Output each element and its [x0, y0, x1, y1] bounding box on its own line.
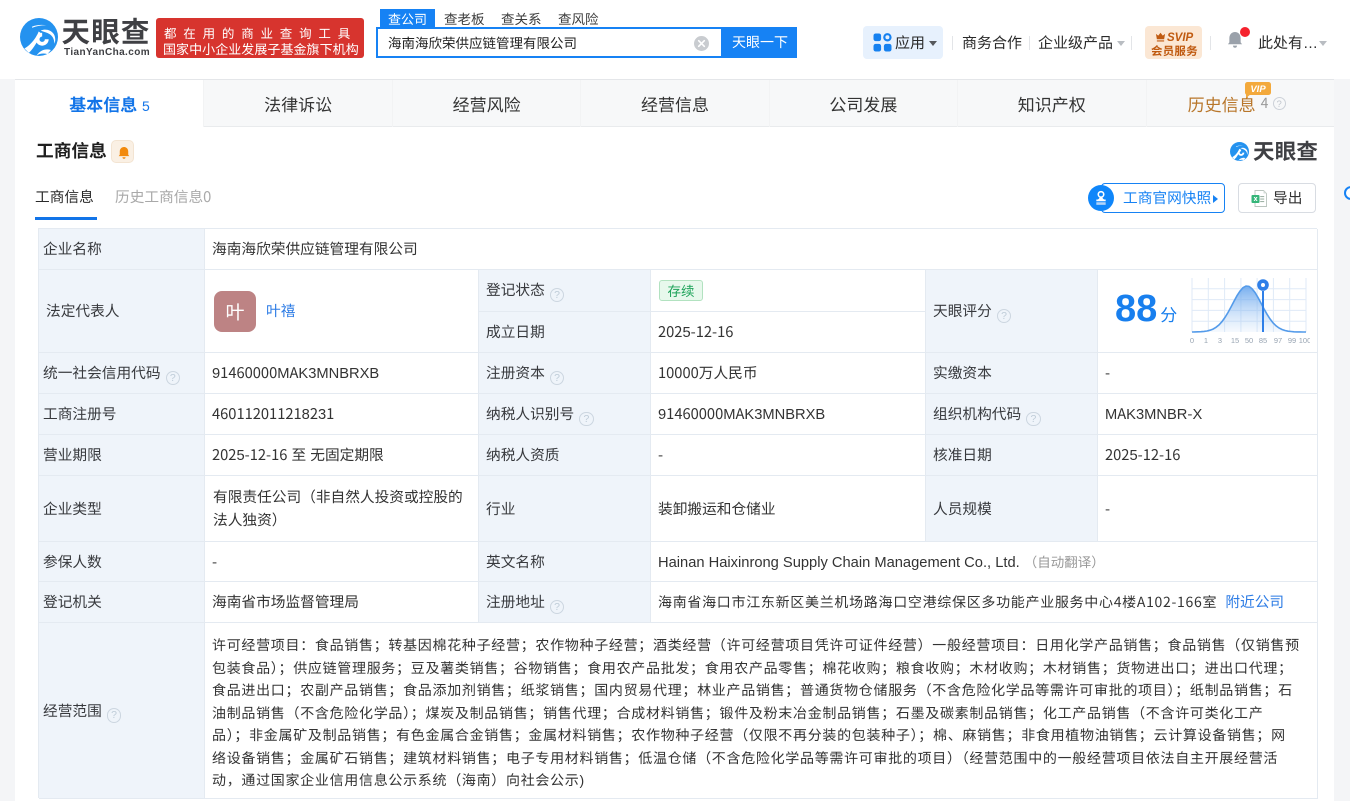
- svg-text:50: 50: [1245, 336, 1253, 345]
- svg-text:0: 0: [1190, 336, 1194, 345]
- svg-text:99: 99: [1288, 336, 1296, 345]
- svg-text:100: 100: [1299, 336, 1310, 345]
- svg-text:3: 3: [1218, 336, 1222, 345]
- svg-text:85: 85: [1259, 336, 1267, 345]
- svg-text:1: 1: [1204, 336, 1208, 345]
- svg-text:97: 97: [1274, 336, 1282, 345]
- svg-text:15: 15: [1231, 336, 1239, 345]
